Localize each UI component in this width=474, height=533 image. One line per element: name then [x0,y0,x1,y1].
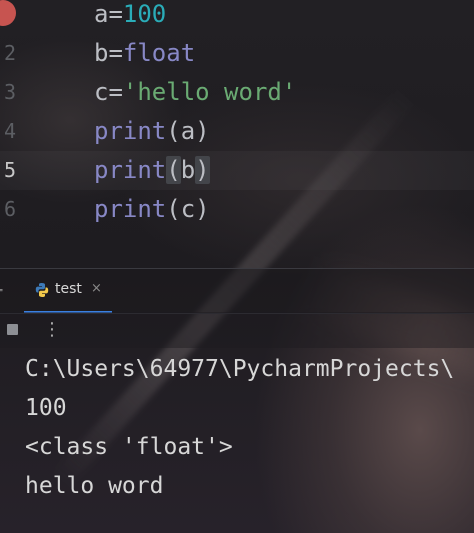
paren-close-highlight: ) [195,156,210,184]
line-number: 2 [3,41,17,65]
code-line-3[interactable]: 3 c='hello word' [0,73,474,112]
assign-op: = [108,0,123,28]
code-text: print(a) [94,112,210,151]
console-line-path: C:\Users\64977\PycharmProjects\ [25,356,455,382]
assign-op: = [108,78,123,106]
code-text: c='hello word' [94,73,296,112]
stop-icon[interactable] [7,324,18,335]
tab-run-test[interactable]: test × [24,269,112,313]
string-literal: 'hello word' [122,78,297,106]
var-a: a [94,0,109,28]
print-arg: c [180,195,196,223]
tab-pin-icon[interactable]: ⁼ [0,285,3,299]
python-icon [35,283,49,297]
paren-close: ) [195,195,210,223]
run-toolbar: ⋮ [0,312,474,348]
code-editor[interactable]: a=100 2 b=float 3 c='hello word' 4 print… [0,0,474,268]
print-arg: a [180,117,196,145]
line-number: 3 [3,80,17,104]
paren-open: ( [166,195,181,223]
code-line-5[interactable]: 5 print(b) [0,151,474,190]
code-text: print(b) [94,151,210,190]
tab-label: test [55,281,82,297]
console-line: hello word [25,473,164,499]
code-text: b=float [94,34,195,73]
code-text: print(c) [94,190,210,229]
code-line-2[interactable]: 2 b=float [0,34,474,73]
line-number: 6 [3,197,17,221]
breakpoint-icon[interactable] [0,0,16,26]
console-output[interactable]: C:\Users\64977\PycharmProjects\ 100 <cla… [0,348,474,533]
number-literal: 100 [122,0,167,28]
var-b: b [94,39,109,67]
line-number: 5 [3,158,17,182]
builtin-print: print [94,156,167,184]
builtin-print: print [94,195,167,223]
paren-open: ( [166,117,181,145]
run-tool-window-header: ⁼ test × [0,268,474,314]
console-line: 100 [25,395,67,421]
var-c: c [94,78,109,106]
line-number: 4 [3,119,17,143]
paren-close: ) [195,117,210,145]
code-line-6[interactable]: 6 print(c) [0,190,474,229]
builtin-float: float [122,39,196,67]
more-vertical-icon[interactable]: ⋮ [43,321,61,339]
builtin-print: print [94,117,167,145]
close-icon[interactable]: × [91,281,102,296]
assign-op: = [108,39,123,67]
code-text: a=100 [94,0,166,34]
code-line-1[interactable]: a=100 [0,0,474,34]
console-line: <class 'float'> [25,434,233,460]
code-line-4[interactable]: 4 print(a) [0,112,474,151]
print-arg: b [180,156,196,184]
paren-open-highlight: ( [166,156,181,184]
